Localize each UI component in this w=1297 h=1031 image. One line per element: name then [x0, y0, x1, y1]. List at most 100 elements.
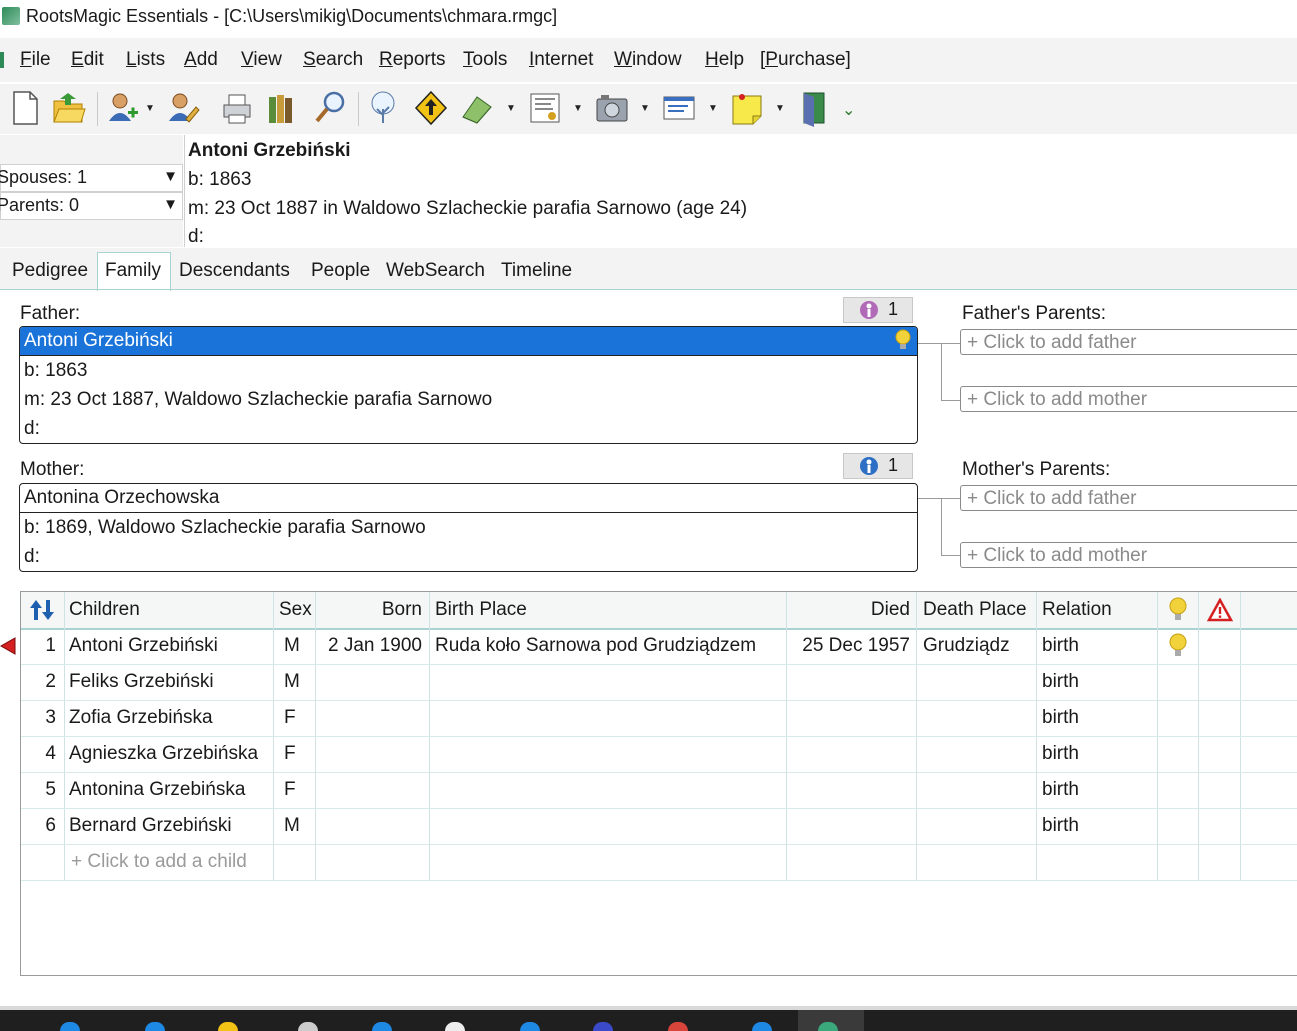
mother-death: d:: [24, 546, 40, 567]
col-relation[interactable]: Relation: [1042, 599, 1112, 621]
taskbar-app-icon[interactable]: [218, 1022, 238, 1031]
menu-item-edit[interactable]: Edit: [71, 49, 104, 71]
child-name[interactable]: Feliks Grzebiński: [69, 671, 214, 693]
father-card[interactable]: Antoni Grzebiński b: 1863 m: 23 Oct 1887…: [19, 326, 918, 444]
parents-label: Parents: 0: [0, 195, 80, 215]
menu-item-add[interactable]: Add: [184, 49, 218, 71]
sort-arrows-icon[interactable]: [29, 598, 55, 622]
child-sex: F: [284, 707, 296, 728]
menu-item-search[interactable]: Search: [303, 49, 363, 71]
taskbar-app-icon[interactable]: [520, 1022, 540, 1031]
child-name[interactable]: Antonina Grzebińska: [69, 779, 245, 801]
father-badge[interactable]: 1: [843, 297, 913, 323]
sticky-note-icon[interactable]: [730, 89, 764, 127]
tab-pedigree[interactable]: Pedigree: [12, 260, 88, 282]
child-name[interactable]: Agnieszka Grzebińska: [69, 743, 258, 765]
child-relation: birth: [1042, 779, 1079, 800]
add-paternal-grandfather-button[interactable]: + Click to add father: [960, 329, 1297, 355]
person-female-icon: [860, 301, 878, 319]
father-label: Father:: [20, 303, 81, 324]
menu-item-internet[interactable]: Internet: [529, 49, 593, 71]
taskbar-app-icon[interactable]: [298, 1022, 318, 1031]
menu-item-window[interactable]: Window: [614, 49, 682, 71]
add-maternal-grandmother-button[interactable]: + Click to add mother: [960, 542, 1297, 568]
child-name[interactable]: Antoni Grzebiński: [69, 635, 218, 657]
taskbar-app-icon[interactable]: [668, 1022, 688, 1031]
menu-item-purchase[interactable]: [Purchase]: [760, 49, 851, 71]
taskbar-app-icon[interactable]: [445, 1022, 465, 1031]
taskbar-app-icon[interactable]: [145, 1022, 165, 1031]
child-relation: birth: [1042, 707, 1079, 728]
child-relation: birth: [1042, 815, 1079, 836]
add-child-button[interactable]: + Click to add a child: [71, 851, 247, 873]
certificate-icon[interactable]: [528, 89, 562, 127]
fathers-parents-label: Father's Parents:: [962, 303, 1107, 324]
col-died[interactable]: Died: [787, 599, 910, 621]
child-number: 2: [45, 671, 56, 692]
more-chevron-icon[interactable]: ⌄: [842, 100, 855, 120]
father-name-text: Antoni Grzebiński: [24, 330, 173, 351]
child-name[interactable]: Zofia Grzebińska: [69, 707, 213, 729]
child-sex: M: [284, 635, 300, 656]
child-name[interactable]: Bernard Grzebiński: [69, 815, 232, 837]
col-sex[interactable]: Sex: [279, 599, 312, 621]
tab-family[interactable]: Family: [105, 260, 161, 282]
add-paternal-grandmother-button[interactable]: + Click to add mother: [960, 386, 1297, 412]
screen-card-icon[interactable]: [662, 89, 696, 127]
open-folder-icon[interactable]: [52, 89, 86, 127]
menu-item-lists[interactable]: Lists: [126, 49, 165, 71]
col-birth-place[interactable]: Birth Place: [435, 599, 527, 621]
parents-dropdown[interactable]: Parents: 0 ▼: [0, 192, 183, 220]
child-died: 25 Dec 1957: [802, 635, 910, 656]
rootsmagic-taskbar-icon[interactable]: [818, 1022, 838, 1031]
books-icon[interactable]: [265, 89, 299, 127]
summary-marriage: m: 23 Oct 1887 in Waldowo Szlacheckie pa…: [188, 198, 748, 219]
exit-door-icon[interactable]: [798, 89, 832, 127]
tab-people[interactable]: People: [311, 260, 370, 282]
mother-badge[interactable]: 1: [843, 453, 913, 479]
book-publisher-icon[interactable]: [460, 89, 494, 127]
tree-icon[interactable]: [366, 89, 400, 127]
menu-item-tools[interactable]: Tools: [463, 49, 507, 71]
navigate-up-icon[interactable]: [414, 89, 448, 127]
col-children[interactable]: Children: [69, 599, 140, 621]
print-icon[interactable]: [220, 89, 254, 127]
media-camera-icon[interactable]: [595, 89, 629, 127]
mothers-parents-label: Mother's Parents:: [962, 459, 1111, 480]
child-sex: F: [284, 743, 296, 764]
taskbar-app-icon[interactable]: [60, 1022, 80, 1031]
mother-badge-count: 1: [888, 455, 899, 475]
lightbulb-hint-icon[interactable]: [1169, 633, 1187, 659]
new-file-icon[interactable]: [8, 89, 42, 127]
add-person-icon[interactable]: [106, 89, 140, 127]
col-born[interactable]: Born: [316, 599, 422, 621]
lightbulb-hint-icon[interactable]: [895, 329, 911, 351]
child-birth-place: Ruda koło Sarnowa pod Grudziądzem: [435, 635, 757, 656]
chevron-down-icon: ▼: [163, 196, 178, 213]
father-badge-count: 1: [888, 299, 899, 319]
tab-descendants[interactable]: Descendants: [179, 260, 290, 282]
col-death-place[interactable]: Death Place: [923, 599, 1027, 621]
taskbar-app-icon[interactable]: [372, 1022, 392, 1031]
add-maternal-grandfather-button[interactable]: + Click to add father: [960, 485, 1297, 511]
child-number: 6: [45, 815, 56, 836]
tab-websearch[interactable]: WebSearch: [386, 260, 485, 282]
father-marriage: m: 23 Oct 1887, Waldowo Szlacheckie para…: [24, 389, 493, 410]
menu-item-reports[interactable]: Reports: [379, 49, 446, 71]
taskbar-app-icon[interactable]: [752, 1022, 772, 1031]
tab-timeline[interactable]: Timeline: [501, 260, 572, 282]
child-number: 4: [45, 743, 56, 764]
warning-icon: [1207, 598, 1233, 622]
mother-name[interactable]: Antonina Orzechowska: [20, 484, 917, 513]
edit-person-icon[interactable]: [166, 89, 200, 127]
menu-item-view[interactable]: View: [241, 49, 282, 71]
taskbar-app-icon[interactable]: [593, 1022, 613, 1031]
child-number: 3: [45, 707, 56, 728]
child-relation: birth: [1042, 671, 1079, 692]
father-name[interactable]: Antoni Grzebiński: [20, 327, 917, 356]
search-magnifier-icon[interactable]: [314, 89, 348, 127]
menu-item-file[interactable]: File: [20, 49, 51, 71]
menu-item-help[interactable]: Help: [705, 49, 744, 71]
spouses-dropdown[interactable]: Spouses: 1 ▼: [0, 164, 183, 192]
mother-card[interactable]: Antonina Orzechowska b: 1869, Waldowo Sz…: [19, 483, 918, 572]
